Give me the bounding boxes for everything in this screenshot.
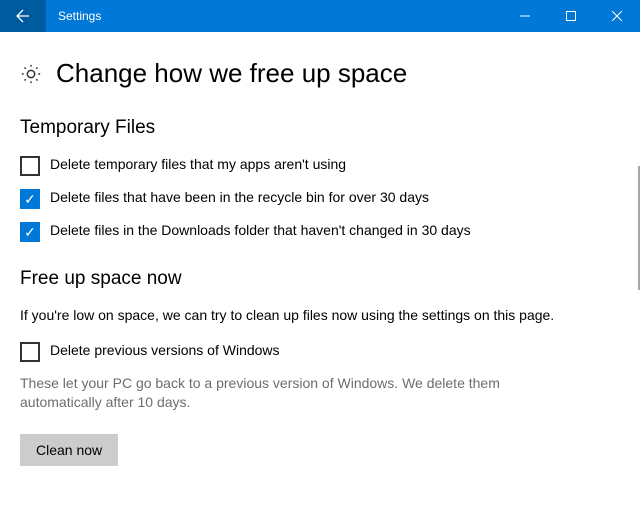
gear-icon: [20, 63, 42, 85]
option-downloads[interactable]: ✓ Delete files in the Downloads folder t…: [20, 221, 540, 242]
back-button[interactable]: [0, 0, 46, 32]
section-desc: If you're low on space, we can try to cl…: [20, 306, 560, 325]
window-controls: [502, 0, 640, 32]
option-label: Delete previous versions of Windows: [50, 341, 280, 360]
section-title-now: Free up space now: [20, 268, 610, 290]
page-header: Change how we free up space: [20, 58, 610, 89]
checkbox[interactable]: ✓: [20, 156, 40, 176]
app-title: Settings: [46, 9, 101, 23]
option-label: Delete files that have been in the recyc…: [50, 188, 429, 207]
maximize-icon: [566, 11, 576, 21]
minimize-button[interactable]: [502, 0, 548, 32]
option-hint: These let your PC go back to a previous …: [20, 374, 560, 412]
option-label: Delete temporary files that my apps aren…: [50, 155, 346, 174]
check-icon: ✓: [24, 191, 36, 208]
option-temp-apps[interactable]: ✓ Delete temporary files that my apps ar…: [20, 155, 540, 176]
option-recycle-bin[interactable]: ✓ Delete files that have been in the rec…: [20, 188, 540, 209]
titlebar: Settings: [0, 0, 640, 32]
maximize-button[interactable]: [548, 0, 594, 32]
checkbox[interactable]: ✓: [20, 222, 40, 242]
option-previous-windows[interactable]: ✓ Delete previous versions of Windows: [20, 341, 540, 362]
arrow-left-icon: [15, 8, 31, 24]
clean-now-button[interactable]: Clean now: [20, 434, 118, 466]
page-title: Change how we free up space: [56, 58, 407, 89]
minimize-icon: [520, 11, 530, 21]
section-title-temp: Temporary Files: [20, 117, 610, 139]
checkbox[interactable]: ✓: [20, 342, 40, 362]
checkbox[interactable]: ✓: [20, 189, 40, 209]
check-icon: ✓: [24, 224, 36, 241]
close-icon: [612, 11, 622, 21]
content-area: Change how we free up space Temporary Fi…: [0, 32, 640, 484]
close-button[interactable]: [594, 0, 640, 32]
option-label: Delete files in the Downloads folder tha…: [50, 221, 471, 240]
section-free-up-now: Free up space now If you're low on space…: [20, 268, 610, 466]
